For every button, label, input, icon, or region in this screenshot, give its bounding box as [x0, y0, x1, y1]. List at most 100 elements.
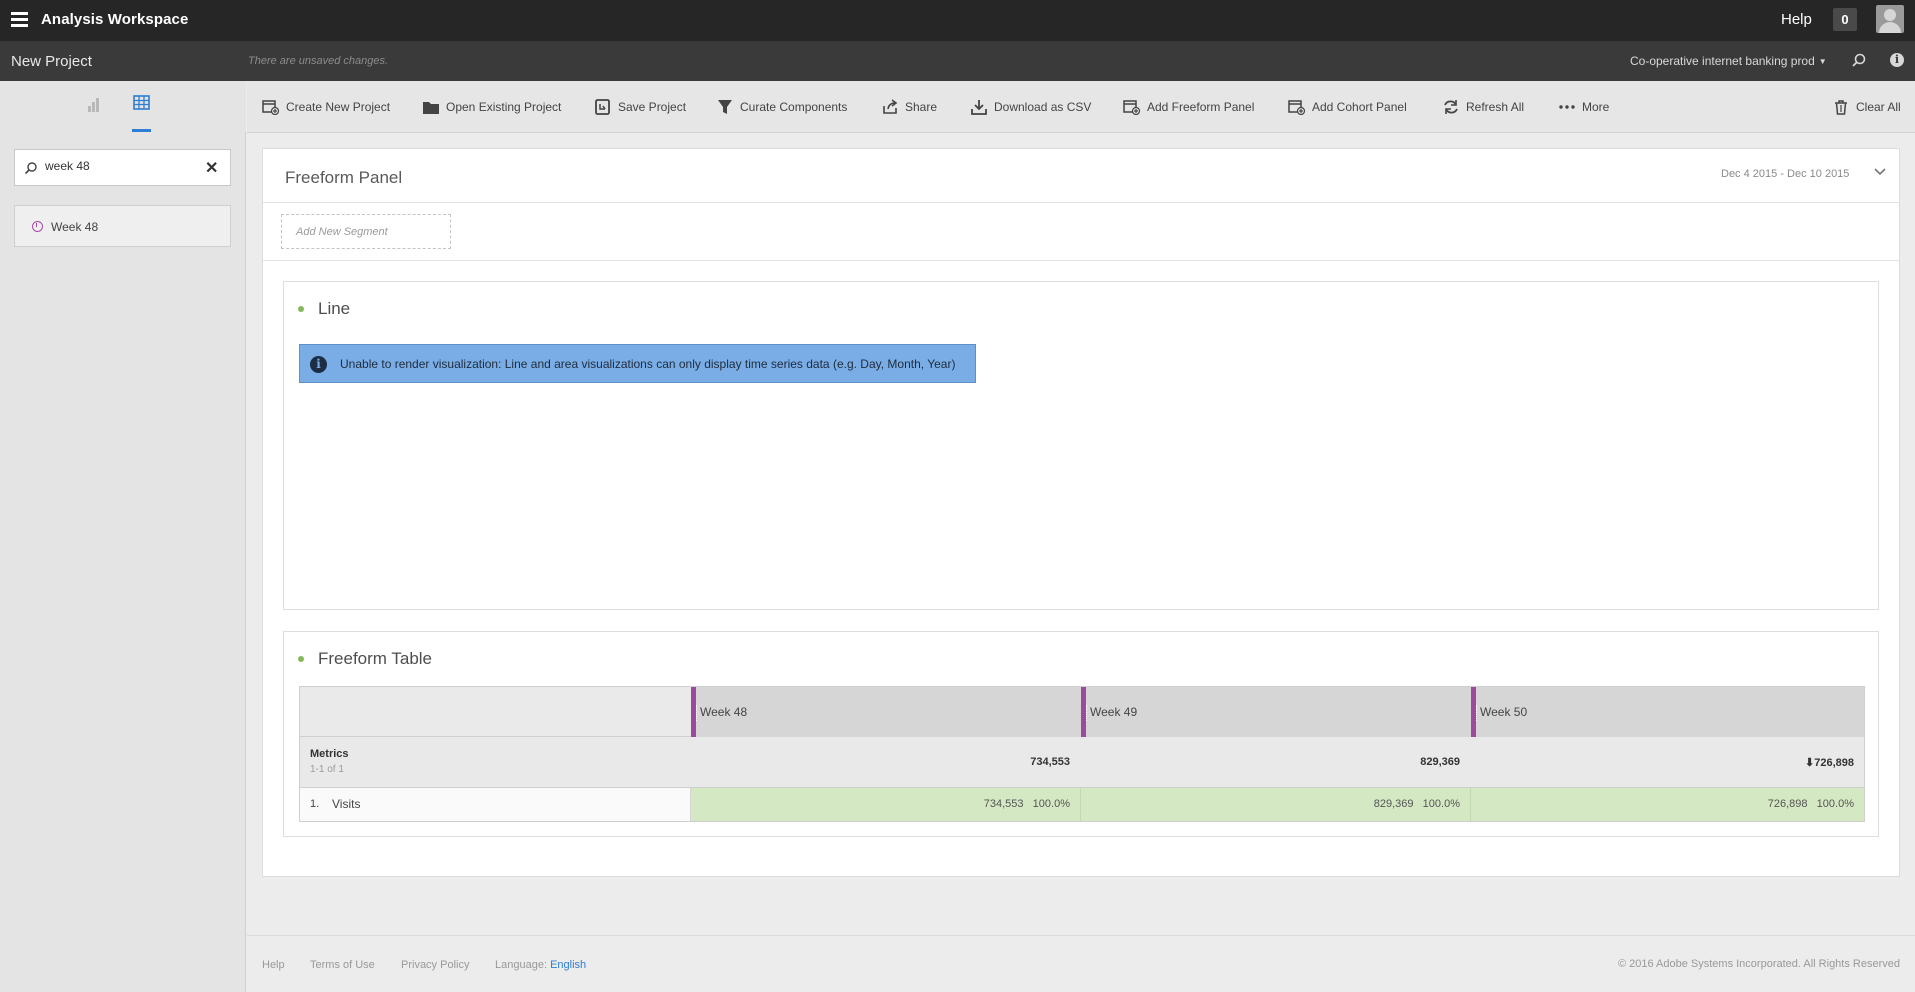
column-header[interactable]: Week 50 — [1471, 687, 1864, 738]
open-existing-project-button[interactable]: Open Existing Project — [422, 99, 561, 117]
footer-copyright: © 2016 Adobe Systems Incorporated. All R… — [1617, 958, 1900, 970]
column-header[interactable]: Week 48 — [691, 687, 1081, 738]
search-icon[interactable] — [1852, 53, 1866, 67]
viz-status-dot — [298, 656, 304, 662]
clear-search-icon[interactable]: ✕ — [205, 158, 218, 178]
notification-badge[interactable]: 0 — [1833, 8, 1857, 31]
component-result-item[interactable]: Week 48 — [14, 205, 231, 247]
curate-components-button[interactable]: Curate Components — [716, 99, 847, 117]
help-link[interactable]: Help — [1781, 11, 1812, 28]
language-selector[interactable]: English — [550, 959, 586, 971]
save-project-button[interactable]: Save Project — [594, 99, 686, 117]
sort-down-arrow-icon: ⬇ — [1805, 757, 1815, 769]
create-new-project-label: Create New Project — [286, 100, 391, 114]
column-total: 829,369 — [1420, 756, 1460, 768]
create-new-project-button[interactable]: Create New Project — [262, 99, 390, 117]
table-grid-icon — [133, 95, 150, 110]
refresh-all-label: Refresh All — [1466, 100, 1525, 114]
add-freeform-panel-label: Add Freeform Panel — [1147, 100, 1255, 114]
language-label: Language: — [495, 959, 547, 971]
freeform-table-visualization: Freeform Table Week 48 Week 49 Week 50 M… — [283, 631, 1879, 837]
trash-icon — [1832, 99, 1850, 115]
download-icon — [970, 99, 988, 115]
more-button[interactable]: More — [1558, 99, 1609, 117]
save-project-label: Save Project — [618, 100, 687, 114]
visualization-title[interactable]: Freeform Table — [318, 649, 432, 669]
tab-components[interactable] — [121, 81, 161, 132]
notice-text: Unable to render visualization: Line and… — [340, 357, 956, 371]
add-freeform-panel-button[interactable]: Add Freeform Panel — [1123, 99, 1254, 117]
table-header-row: Week 48 Week 49 Week 50 — [299, 686, 1865, 738]
project-bar: New Project There are unsaved changes. C… — [0, 41, 1915, 81]
refresh-icon — [1442, 99, 1460, 115]
top-bar: Analysis Workspace Help 0 — [0, 0, 1915, 41]
info-icon: i — [310, 356, 327, 373]
bar-chart-icon — [88, 98, 99, 112]
left-rail-tabs — [0, 81, 246, 132]
footer-privacy-link[interactable]: Privacy Policy — [401, 959, 469, 971]
info-icon[interactable]: i — [1890, 53, 1904, 67]
metrics-label: Metrics — [310, 748, 349, 760]
footer-language: Language: English — [495, 959, 586, 971]
share-icon — [881, 99, 899, 115]
hamburger-menu-icon[interactable] — [11, 12, 28, 27]
report-suite-selector[interactable]: Co-operative internet banking prod ▼ — [1630, 54, 1827, 68]
table-cell: 829,369 100.0% — [1081, 788, 1471, 821]
panel-divider — [263, 260, 1899, 261]
metrics-pagination: 1-1 of 1 — [310, 764, 344, 775]
component-search-input[interactable] — [45, 159, 195, 173]
user-avatar[interactable] — [1876, 5, 1904, 33]
row-label: 1. Visits — [300, 788, 691, 821]
metrics-row: Metrics 1-1 of 1 734,553 829,369 ⬇726,89… — [299, 737, 1865, 788]
report-suite-label: Co-operative internet banking prod — [1630, 54, 1815, 68]
open-existing-project-label: Open Existing Project — [446, 100, 562, 114]
left-rail: ✕ Week 48 — [0, 81, 246, 992]
viz-status-dot — [298, 306, 304, 312]
line-visualization: Line i Unable to render visualization: L… — [283, 281, 1879, 610]
footer: Help Terms of Use Privacy Policy Languag… — [247, 935, 1915, 992]
add-segment-dropzone[interactable]: Add New Segment — [281, 214, 451, 249]
project-name[interactable]: New Project — [11, 53, 92, 70]
table-row[interactable]: 1. Visits 734,553 100.0% 829,369 100.0% … — [299, 788, 1865, 822]
save-icon — [594, 99, 612, 115]
clock-icon — [32, 221, 43, 232]
caret-down-icon: ▼ — [1818, 57, 1827, 66]
add-cohort-icon — [1288, 99, 1306, 116]
search-icon — [24, 161, 38, 175]
collapse-chevron-icon[interactable] — [1873, 165, 1887, 179]
tab-visualizations[interactable] — [74, 81, 114, 132]
toolbar: Create New Project Open Existing Project… — [247, 81, 1915, 133]
more-label: More — [1582, 100, 1610, 114]
folder-icon — [422, 99, 440, 115]
column-header[interactable]: Week 49 — [1081, 687, 1471, 738]
add-panel-icon — [1123, 99, 1141, 116]
footer-terms-link[interactable]: Terms of Use — [310, 959, 375, 971]
download-csv-label: Download as CSV — [994, 100, 1092, 114]
filter-icon — [716, 99, 734, 115]
panel-divider — [263, 202, 1899, 203]
column-total: 734,553 — [1030, 756, 1070, 768]
clear-all-button[interactable]: Clear All — [1832, 99, 1901, 117]
add-cohort-panel-label: Add Cohort Panel — [1312, 100, 1407, 114]
app-title: Analysis Workspace — [41, 11, 189, 28]
share-button[interactable]: Share — [881, 99, 937, 117]
new-project-icon — [262, 99, 280, 116]
panel-date-range[interactable]: Dec 4 2015 - Dec 10 2015 — [1721, 168, 1849, 180]
table-cell: 726,898 100.0% — [1471, 788, 1864, 821]
table-cell: 734,553 100.0% — [691, 788, 1081, 821]
footer-help-link[interactable]: Help — [262, 959, 285, 971]
row-index: 1. — [310, 798, 320, 810]
more-dots-icon — [1558, 99, 1576, 115]
component-result-label: Week 48 — [51, 220, 99, 234]
component-search-box: ✕ — [14, 149, 231, 186]
visualization-title[interactable]: Line — [318, 299, 350, 319]
refresh-all-button[interactable]: Refresh All — [1442, 99, 1524, 117]
render-error-notice: i Unable to render visualization: Line a… — [299, 344, 976, 383]
row-name: Visits — [332, 797, 361, 811]
clear-all-label: Clear All — [1856, 100, 1901, 114]
column-total[interactable]: ⬇726,898 — [1770, 756, 1854, 769]
unsaved-changes-text: There are unsaved changes. — [248, 55, 389, 67]
panel-title[interactable]: Freeform Panel — [285, 168, 402, 188]
download-csv-button[interactable]: Download as CSV — [970, 99, 1091, 117]
add-cohort-panel-button[interactable]: Add Cohort Panel — [1288, 99, 1407, 117]
